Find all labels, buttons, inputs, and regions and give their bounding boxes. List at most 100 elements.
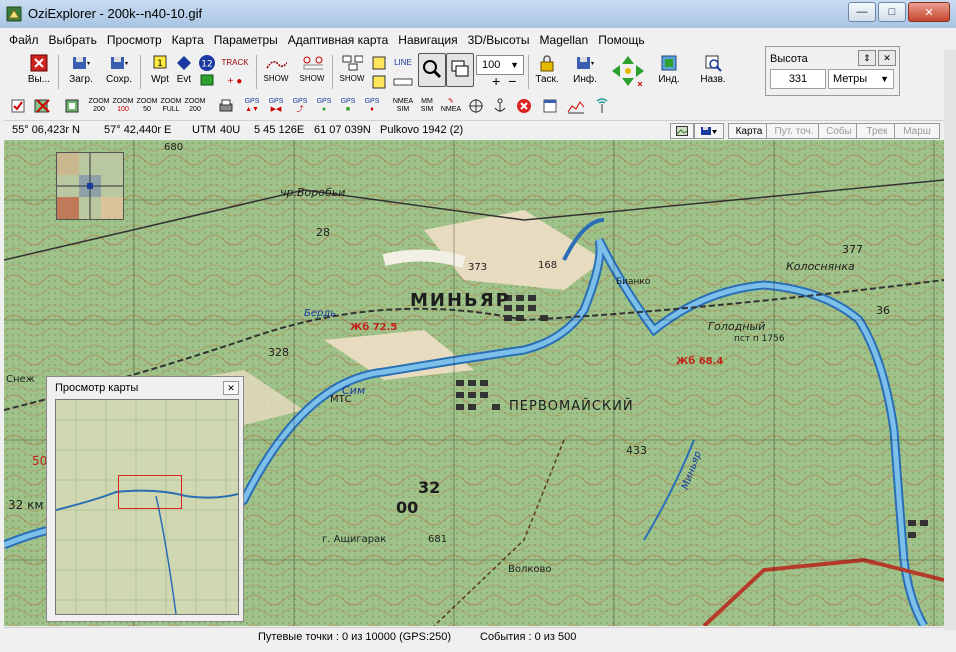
green-square-icon xyxy=(196,73,218,87)
preview-viewport-rect[interactable] xyxy=(118,475,182,509)
move-arrows-icon xyxy=(608,53,648,89)
menu-help[interactable]: Помощь xyxy=(593,33,649,47)
show-waypoints-button[interactable]: SHOW xyxy=(296,53,328,91)
line-button[interactable]: LINE xyxy=(390,53,416,91)
altitude-unit-select[interactable]: Метры ▼ xyxy=(828,69,894,89)
info-icon xyxy=(574,53,596,73)
maximize-button[interactable]: □ xyxy=(878,2,906,22)
menu-navigation[interactable]: Навигация xyxy=(393,33,462,47)
checklist-icon[interactable] xyxy=(8,97,28,115)
label-mtc: МТС xyxy=(330,394,352,405)
grid-label-32: 32 xyxy=(418,478,441,497)
menu-settings[interactable]: Параметры xyxy=(209,33,283,47)
grid-label-00: 00 xyxy=(396,498,419,517)
altitude-value: 331 xyxy=(770,69,826,89)
elevation-680: 680 xyxy=(164,142,184,153)
zoom-stepper[interactable]: + − xyxy=(492,73,522,89)
gps-wpt-icon[interactable]: GPS ● xyxy=(314,97,334,115)
elevation-377: 377 xyxy=(842,243,863,256)
map-image-icon[interactable] xyxy=(670,123,694,139)
small-tools-button[interactable] xyxy=(370,53,388,91)
settings-window-icon[interactable] xyxy=(540,97,560,115)
delete-map-icon[interactable] xyxy=(32,97,52,115)
zoom-200-button[interactable]: ZOOM 200 xyxy=(88,97,110,115)
events-tab-button[interactable]: Собы xyxy=(818,123,860,139)
track-button[interactable]: TRACK + ● xyxy=(218,53,252,91)
map-window-button[interactable] xyxy=(446,53,474,87)
menu-file[interactable]: Файл xyxy=(4,33,44,47)
settlement-label-kolosnyanka: Колоснянка xyxy=(786,260,855,273)
waypoints-status: Путевые точки : 0 из 10000 (GPS:250) xyxy=(258,631,452,643)
anchor-icon[interactable] xyxy=(490,97,510,115)
gps-send-icon[interactable]: GPS ▶◀ xyxy=(266,97,286,115)
gps-track-icon[interactable]: GPS ⤴ xyxy=(290,97,310,115)
antenna-icon[interactable] xyxy=(592,97,612,115)
menu-3d-altitude[interactable]: 3D/Высоты xyxy=(463,33,535,47)
minimize-button[interactable]: — xyxy=(848,2,876,22)
grid-label-28: 28 xyxy=(316,226,330,239)
task-button[interactable]: Таск. xyxy=(532,53,562,91)
close-icon[interactable]: ✕ xyxy=(878,50,896,66)
resize-icon[interactable]: ⇕ xyxy=(858,50,876,66)
print-icon[interactable] xyxy=(216,97,236,115)
menu-magellan[interactable]: Magellan xyxy=(535,33,594,47)
gps-event-icon[interactable]: GPS ♦ xyxy=(362,97,382,115)
zoom-full-button[interactable]: ZOOM FULL xyxy=(160,97,182,115)
save-button[interactable]: Сохр. xyxy=(104,53,134,91)
zoom-out-icon[interactable]: − xyxy=(508,73,516,89)
show-routes-button[interactable]: SHOW xyxy=(336,53,368,91)
menu-map[interactable]: Карта xyxy=(167,33,209,47)
yellow-box-icon xyxy=(368,53,390,72)
route-number-icon: 12 xyxy=(196,53,218,73)
profile-chart-icon[interactable] xyxy=(566,97,586,115)
lock-icon xyxy=(536,53,558,73)
map-tab-button[interactable]: Карта xyxy=(728,123,770,139)
menu-adaptive-map[interactable]: Адаптивная карта xyxy=(283,33,394,47)
waypoints-show-icon xyxy=(301,53,323,73)
zoom-50-button[interactable]: ZOOM 50 xyxy=(136,97,158,115)
gps-receive-icon[interactable]: GPS ▲▼ xyxy=(242,97,262,115)
settlement-label-volkovo: Волково xyxy=(508,564,552,575)
close-button[interactable]: ✕ xyxy=(908,2,950,22)
gps-route-icon[interactable]: GPS ■ xyxy=(338,97,358,115)
save-icon xyxy=(108,53,130,73)
info-button[interactable]: Инф. xyxy=(570,53,600,91)
map-view[interactable]: МИНЬЯР ПЕРВОМАЙСКИЙ Сим Бердь Миньяр чр.… xyxy=(4,140,944,626)
label-snezh: Снеж xyxy=(6,374,35,385)
show-tracks-button[interactable]: SHOW xyxy=(260,53,292,91)
save-map-icon[interactable] xyxy=(694,123,724,139)
menu-view[interactable]: Просмотр xyxy=(102,33,167,47)
pan-arrows-button[interactable] xyxy=(608,53,648,91)
zoom-100-button[interactable]: ZOOM 100 xyxy=(112,97,134,115)
vertical-scrollbar[interactable] xyxy=(944,50,956,630)
zoom-select[interactable]: 100 ▼ xyxy=(476,55,524,75)
index-button[interactable]: Инд. xyxy=(654,53,684,91)
stop-icon[interactable] xyxy=(514,97,534,115)
name-search-icon xyxy=(702,53,724,73)
routes-show-icon xyxy=(341,53,363,73)
crosshair-icon[interactable] xyxy=(466,97,486,115)
track-tab-button[interactable]: Трек xyxy=(856,123,898,139)
magnifier-button[interactable] xyxy=(418,53,446,87)
secondary-toolbar: ZOOM 200 ZOOM 100 ZOOM 50 ZOOM FULL ZOOM 200 … xyxy=(4,95,944,117)
load-button[interactable]: Загр. xyxy=(66,53,96,91)
nmea-icon[interactable]: ✎ NMEA xyxy=(440,97,462,115)
settlement-label-ashigarak: г. Ащигарак xyxy=(322,534,387,545)
close-icon[interactable]: ✕ xyxy=(223,381,239,395)
waypoints-tab-button[interactable]: Пут. точ. xyxy=(766,123,822,139)
map-preview-window[interactable]: Просмотр карты ✕ xyxy=(46,376,244,622)
map-list-icon[interactable] xyxy=(62,97,82,115)
nmea-sim-icon[interactable]: NMEA SIM xyxy=(392,97,414,115)
name-search-button[interactable]: Назв. xyxy=(698,53,728,91)
chevron-down-icon: ▼ xyxy=(880,74,889,84)
mm-sim-icon[interactable]: MM SIM xyxy=(416,97,438,115)
zoom-200b-button[interactable]: ZOOM 200 xyxy=(184,97,206,115)
menu-select[interactable]: Выбрать xyxy=(44,33,102,47)
load-icon xyxy=(70,53,92,73)
zoom-in-icon[interactable]: + xyxy=(492,73,500,89)
route-tab-button[interactable]: Марш xyxy=(894,123,940,139)
preview-map[interactable] xyxy=(55,399,239,615)
river-label-berd: Бердь xyxy=(304,308,337,319)
exit-button[interactable]: Вы... xyxy=(24,53,54,91)
window-title: OziExplorer - 200k--n40-10.gif xyxy=(28,6,203,21)
